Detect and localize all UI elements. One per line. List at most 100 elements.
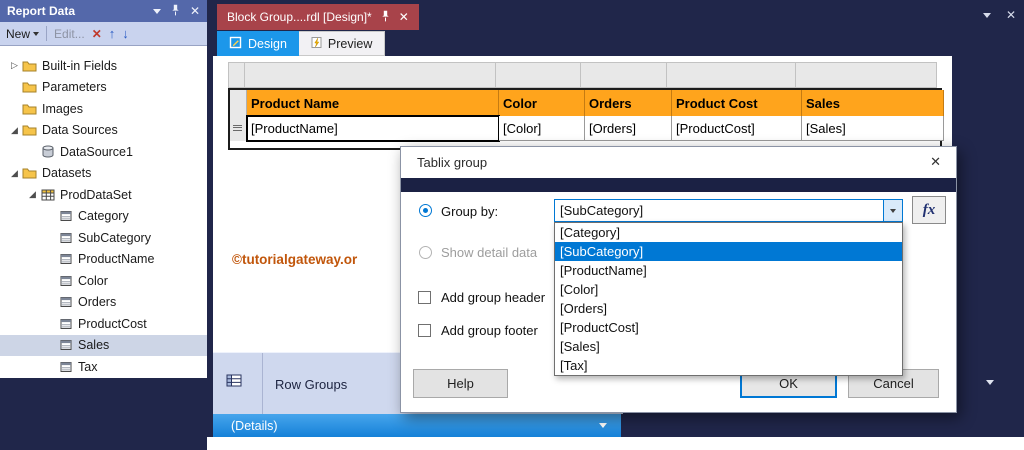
data-cell[interactable]: [ProductName]: [246, 115, 500, 142]
fx-expression-button[interactable]: fx: [912, 196, 946, 224]
row-groups-icon: [226, 374, 242, 392]
expander-expanded-icon[interactable]: ◢: [8, 125, 21, 136]
dropdown-item[interactable]: [Orders]: [555, 299, 902, 318]
dropdown-item[interactable]: [Color]: [555, 280, 902, 299]
tab-preview[interactable]: Preview: [298, 31, 386, 56]
delete-button[interactable]: ✕: [92, 27, 102, 41]
tablix[interactable]: Product Name Color Orders Product Cost S…: [228, 88, 944, 150]
tree-item-datasource1[interactable]: DataSource1: [0, 141, 207, 163]
dropdown-item[interactable]: [ProductName]: [555, 261, 902, 280]
tree-item-label: Category: [78, 209, 129, 224]
tree-item-data-sources[interactable]: ◢ Data Sources: [0, 120, 207, 142]
details-dropdown-chevron-icon[interactable]: [599, 423, 607, 428]
details-label: (Details): [231, 418, 278, 433]
dropdown-item[interactable]: [ProductCost]: [555, 318, 902, 337]
panel-header-icons: ✕: [152, 4, 200, 19]
tree-item-category[interactable]: Category: [0, 206, 207, 228]
pane-divider: [262, 353, 263, 415]
row-handle[interactable]: [230, 90, 247, 141]
document-well-controls: ✕: [982, 8, 1016, 22]
tree-item-subcategory[interactable]: SubCategory: [0, 227, 207, 249]
tree-item-label: SubCategory: [78, 230, 151, 245]
expander-expanded-icon[interactable]: ◢: [26, 189, 39, 200]
tree-item-sales[interactable]: Sales: [0, 334, 207, 356]
chevron-down-icon: [890, 208, 896, 213]
group-by-label: Group by:: [441, 204, 499, 219]
add-footer-checkbox[interactable]: [418, 324, 431, 337]
tab-close-icon[interactable]: ✕: [399, 10, 409, 24]
move-up-button[interactable]: ↑: [109, 26, 116, 41]
tree-item-label: Data Sources: [42, 123, 118, 138]
tree-item-images[interactable]: Images: [0, 98, 207, 120]
tab-design[interactable]: Design: [217, 31, 299, 56]
column-handle[interactable]: [795, 62, 937, 88]
tree-item-orders[interactable]: Orders: [0, 292, 207, 314]
header-cell[interactable]: Product Cost: [672, 90, 802, 116]
header-cell[interactable]: Orders: [585, 90, 672, 116]
panel-close-icon[interactable]: ✕: [190, 4, 200, 18]
group-by-radio[interactable]: [419, 204, 432, 217]
doc-well-close-icon[interactable]: ✕: [1006, 8, 1016, 22]
report-data-header: Report Data ✕: [0, 0, 207, 22]
tree-item-parameters[interactable]: Parameters: [0, 77, 207, 99]
details-group-item[interactable]: (Details): [213, 414, 621, 437]
panel-menu-chevron-icon[interactable]: [152, 8, 161, 14]
data-cell[interactable]: [Orders]: [585, 116, 672, 141]
column-handle[interactable]: [244, 62, 496, 88]
tree-item-built-in-fields[interactable]: ▷ Built-in Fields: [0, 55, 207, 77]
tree-item-label: ProductCost: [78, 316, 147, 331]
expander-collapsed-icon[interactable]: ▷: [8, 60, 21, 71]
report-data-panel: Report Data ✕ New Edit... ✕ ↑ ↓ ▷ Built-…: [0, 0, 207, 450]
dialog-band: [401, 178, 956, 192]
move-down-button[interactable]: ↓: [122, 26, 129, 41]
doc-well-chevron-icon[interactable]: [982, 12, 991, 18]
column-handle[interactable]: [580, 62, 667, 88]
help-button[interactable]: Help: [413, 369, 508, 398]
column-handle[interactable]: [495, 62, 581, 88]
data-cell[interactable]: [ProductCost]: [672, 116, 802, 141]
combo-dropdown-button[interactable]: [883, 200, 902, 221]
document-tab[interactable]: Block Group....rdl [Design]* ✕: [217, 4, 419, 30]
expander-expanded-icon[interactable]: ◢: [8, 168, 21, 179]
report-data-tree: ▷ Built-in Fields Parameters Images ◢ Da…: [0, 46, 207, 378]
tree-item-productcost[interactable]: ProductCost: [0, 313, 207, 335]
tree-item-label: Built-in Fields: [42, 58, 118, 73]
tree-item-label: Parameters: [42, 80, 107, 95]
header-cell[interactable]: Product Name: [247, 90, 499, 116]
dropdown-item[interactable]: [Tax]: [555, 356, 902, 375]
pin-icon[interactable]: [171, 4, 180, 19]
watermark-text: ©tutorialgateway.or: [232, 252, 358, 267]
column-groups-chevron-icon[interactable]: [986, 380, 994, 385]
group-expression-combo[interactable]: [SubCategory]: [554, 199, 903, 222]
tree-item-color[interactable]: Color: [0, 270, 207, 292]
new-button[interactable]: New: [6, 27, 40, 41]
dialog-title: Tablix group: [417, 155, 488, 170]
column-handle[interactable]: [666, 62, 796, 88]
tablix-header-row: Product Name Color Orders Product Cost S…: [247, 90, 944, 116]
dataset-table-icon: [39, 189, 56, 201]
corner-handle[interactable]: [228, 62, 245, 88]
folder-icon: [21, 167, 38, 179]
add-header-checkbox[interactable]: [418, 291, 431, 304]
data-cell[interactable]: [Sales]: [802, 116, 944, 141]
tree-item-datasets[interactable]: ◢ Datasets: [0, 163, 207, 185]
field-icon: [57, 318, 74, 330]
tree-item-productname[interactable]: ProductName: [0, 249, 207, 271]
tree-item-label: Datasets: [42, 166, 92, 181]
dialog-close-icon[interactable]: ✕: [930, 154, 941, 170]
dropdown-item[interactable]: [Category]: [555, 223, 902, 242]
folder-icon: [21, 60, 38, 72]
dropdown-item-selected[interactable]: [SubCategory]: [555, 242, 902, 261]
pin-icon[interactable]: [381, 10, 390, 25]
dropdown-item[interactable]: [Sales]: [555, 337, 902, 356]
tree-item-tax[interactable]: Tax: [0, 356, 207, 378]
show-detail-radio[interactable]: [419, 246, 432, 259]
tab-design-label: Design: [248, 36, 287, 51]
header-cell[interactable]: Sales: [802, 90, 944, 116]
toolbar-separator: [46, 26, 48, 41]
tree-item-proddataset[interactable]: ◢ ProdDataSet: [0, 184, 207, 206]
folder-icon: [21, 124, 38, 136]
data-cell[interactable]: [Color]: [499, 116, 585, 141]
header-cell[interactable]: Color: [499, 90, 585, 116]
edit-button[interactable]: Edit...: [54, 27, 85, 41]
